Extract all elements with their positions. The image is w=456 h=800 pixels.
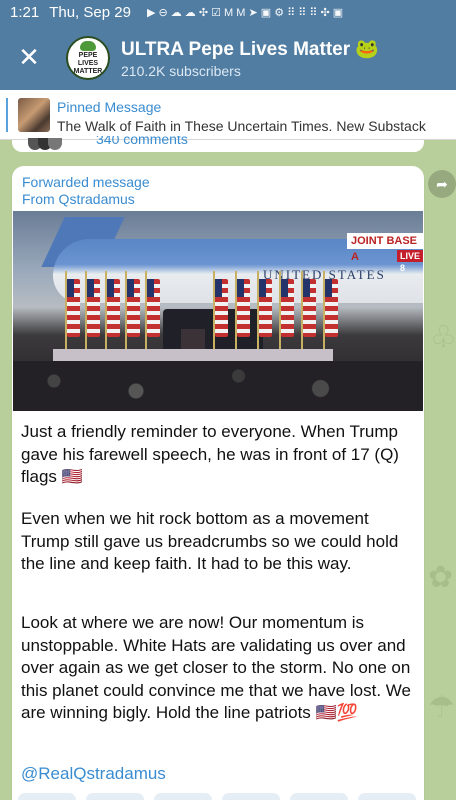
crowd xyxy=(13,361,423,411)
flag xyxy=(237,279,250,337)
flag xyxy=(127,279,140,337)
flag xyxy=(281,279,294,337)
pinned-text: The Walk of Faith in These Uncertain Tim… xyxy=(57,118,426,134)
flag xyxy=(303,279,316,337)
reaction-chip[interactable] xyxy=(86,793,144,800)
commenter-avatars xyxy=(28,138,68,150)
notification-icons: ▶ ⊖ ☁ ☁ ✣ ☑ M M ➤ ▣ ⚙ ⠿ ⠿ ⠿ ✣ ▣ xyxy=(146,6,344,19)
live-badge: LIVE | 8 xyxy=(397,250,423,273)
reaction-chip[interactable] xyxy=(222,793,280,800)
stage xyxy=(53,349,333,361)
channel-avatar[interactable]: PEPE LIVES MATTER xyxy=(66,36,110,80)
flag xyxy=(215,279,228,337)
pinned-thumbnail xyxy=(18,98,50,132)
status-date: Thu, Sep 29 xyxy=(49,3,131,21)
reaction-bar xyxy=(18,793,418,800)
podium xyxy=(181,329,205,351)
flag xyxy=(259,279,272,337)
pinned-label: Pinned Message xyxy=(57,99,162,115)
message-paragraph-2: Even when we hit rock bottom as a moveme… xyxy=(21,509,399,573)
share-icon[interactable]: ➦ xyxy=(428,170,456,198)
background-doodle-icon: ♧ xyxy=(430,321,456,354)
news-banner: JOINT BASE A xyxy=(347,233,423,263)
forwarded-from[interactable]: From Qstradamus xyxy=(22,191,135,207)
comments-link[interactable]: 340 comments xyxy=(96,136,188,150)
flag xyxy=(325,279,338,337)
message-paragraph-3: Look at where we are now! Our momentum i… xyxy=(21,613,411,722)
flag xyxy=(67,279,80,337)
background-doodle-icon: ✿ xyxy=(428,561,454,594)
status-time: 1:21 xyxy=(10,3,40,21)
close-icon[interactable]: ✕ xyxy=(14,42,44,72)
channel-title[interactable]: ULTRA Pepe Lives Matter 🐸 xyxy=(121,37,379,61)
message-paragraph-1: Just a friendly reminder to everyone. Wh… xyxy=(21,422,399,486)
flag xyxy=(107,279,120,337)
reaction-chip[interactable] xyxy=(358,793,416,800)
flag xyxy=(87,279,100,337)
status-bar: 1:21 Thu, Sep 29 ▶ ⊖ ☁ ☁ ✣ ☑ M M ➤ ▣ ⚙ ⠿… xyxy=(0,0,456,24)
pinned-message-bar[interactable]: Pinned Message The Walk of Faith in Thes… xyxy=(0,90,456,140)
reaction-chip[interactable] xyxy=(18,793,76,800)
pinned-indicator xyxy=(6,98,8,132)
reaction-chip[interactable] xyxy=(290,793,348,800)
avatar-text-3: MATTER xyxy=(73,67,103,75)
post-photo[interactable]: UNITED STATES JOINT BASE A LIVE | 8 xyxy=(13,211,423,411)
avatar-text-1: PEPE xyxy=(78,51,98,59)
reaction-chip[interactable] xyxy=(154,793,212,800)
previous-message-bubble xyxy=(12,140,424,152)
background-doodle-icon: ☂ xyxy=(428,691,455,724)
author-mention-link[interactable]: @RealQstradamus xyxy=(21,764,166,784)
subscriber-count: 210.2K subscribers xyxy=(121,63,241,79)
frog-icon xyxy=(80,40,96,51)
avatar-text-2: LIVES xyxy=(77,59,99,67)
forwarded-label: Forwarded message xyxy=(22,174,150,190)
channel-header: ✕ PEPE LIVES MATTER ULTRA Pepe Lives Mat… xyxy=(0,24,456,90)
flag xyxy=(147,279,160,337)
